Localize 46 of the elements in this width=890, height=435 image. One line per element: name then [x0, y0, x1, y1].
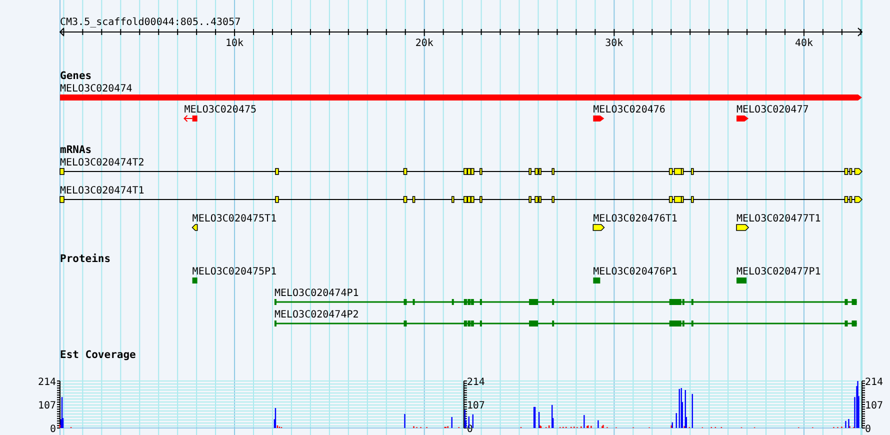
feature-label: MELO3C020474 [60, 84, 132, 94]
feature-label: MELO3C020477 [736, 104, 809, 116]
transcript-glyph[interactable] [60, 168, 863, 175]
gene-glyph[interactable] [593, 116, 604, 122]
protein-glyph[interactable] [192, 278, 198, 284]
track-title: Genes [60, 70, 92, 82]
feature-label: MELO3C020474P1 [274, 288, 359, 299]
tick-label: 214 [38, 377, 56, 388]
transcript-glyph[interactable] [736, 224, 750, 231]
feature-label: MELO3C020474P2 [274, 310, 359, 320]
feature-label: MELO3C020476 [593, 104, 666, 116]
feature-label: MELO3C020475P1 [192, 266, 277, 278]
track-title: Est Coverage [60, 349, 136, 361]
protein-glyph[interactable] [736, 278, 747, 284]
transcript-glyph[interactable] [60, 196, 863, 203]
tick-label: 0 [50, 424, 56, 435]
y-axis [56, 380, 60, 428]
gene-glyph[interactable] [736, 116, 749, 122]
tick-label: 30k [605, 38, 624, 49]
protein-glyph[interactable] [274, 320, 857, 326]
tick-label: 107 [38, 400, 56, 412]
feature-label: MELO3C020476P1 [593, 266, 678, 278]
track-title: mRNAs [60, 144, 92, 156]
region-label: CM3.5_scaffold00044:805..43057 [60, 17, 241, 28]
transcript-glyph[interactable] [192, 224, 198, 231]
feature-label: MELO3C020475 [184, 104, 257, 116]
y-axis [862, 380, 866, 428]
feature-label: MELO3C020477P1 [736, 266, 821, 278]
tick-label: 40k [794, 38, 813, 49]
protein-glyph[interactable] [593, 278, 600, 284]
feature-label: MELO3C020474T1 [60, 186, 144, 196]
tick-label: 214 [865, 377, 884, 388]
tick-label: 214 [466, 377, 485, 388]
feature-label: MELO3C020477T1 [736, 214, 821, 224]
tick-label: 107 [466, 400, 485, 412]
transcript-glyph[interactable] [592, 224, 605, 231]
tick-label: 10k [226, 38, 244, 49]
tick-label: 0 [865, 424, 872, 435]
protein-glyph[interactable] [274, 299, 857, 305]
feature-label: MELO3C020475T1 [192, 214, 277, 224]
track-title: Proteins [60, 253, 111, 265]
gene-glyph[interactable] [184, 115, 198, 122]
feature-label: MELO3C020476T1 [593, 214, 678, 224]
tick-label: 107 [865, 400, 884, 412]
feature-label: MELO3C020474T2 [60, 158, 144, 168]
tick-label: 20k [415, 38, 434, 49]
